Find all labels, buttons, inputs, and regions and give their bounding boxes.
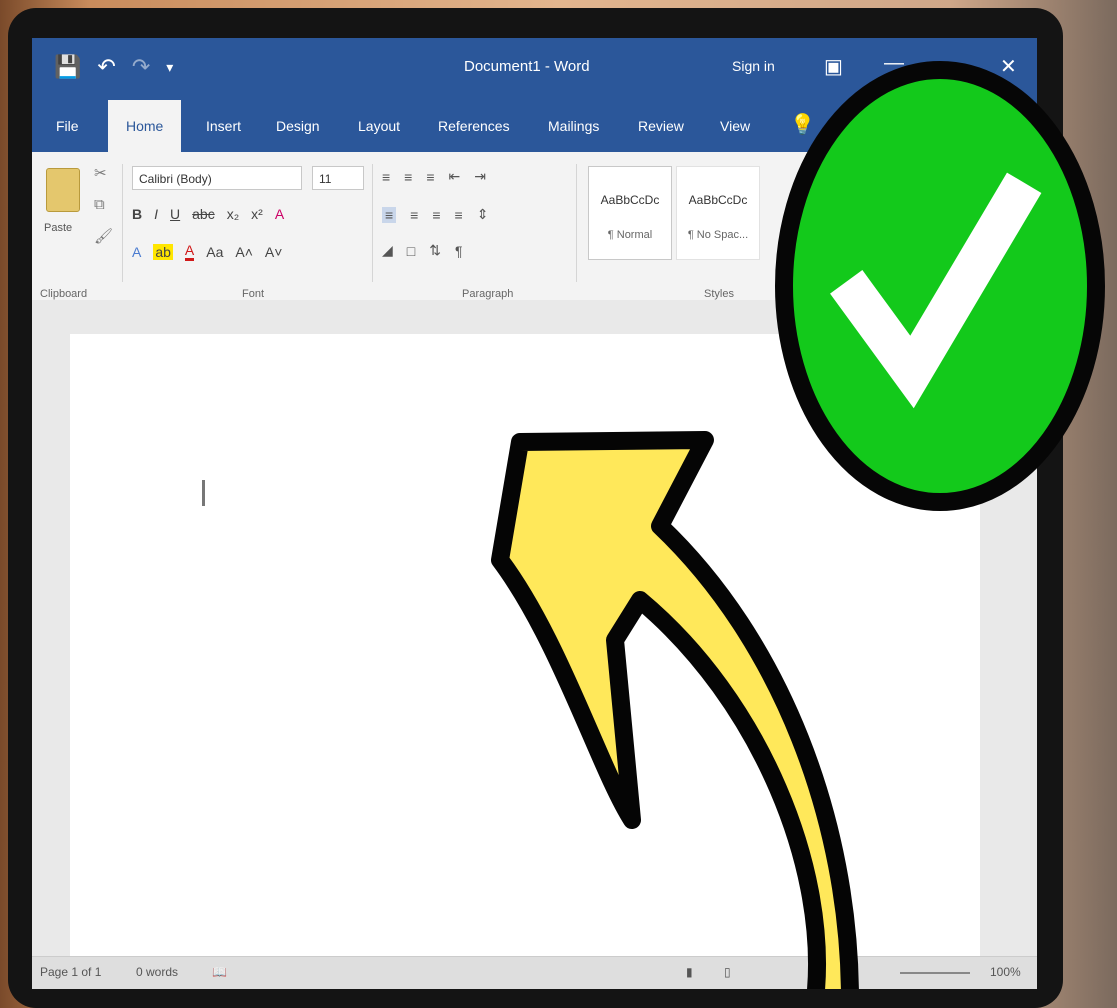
green-checkmark-icon [775, 61, 1105, 511]
